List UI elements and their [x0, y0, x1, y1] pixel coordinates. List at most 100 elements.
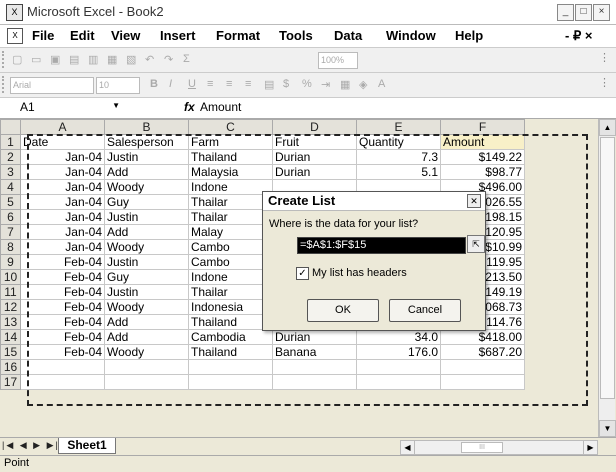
- cell-d15[interactable]: Banana: [272, 344, 357, 360]
- cell-b1[interactable]: Salesperson: [104, 134, 189, 150]
- fill-color-icon[interactable]: ◈: [359, 78, 372, 91]
- cell-a5[interactable]: Jan-04: [20, 194, 105, 210]
- cell-f14[interactable]: $418.00: [440, 329, 525, 345]
- cell-b3[interactable]: Add: [104, 164, 189, 180]
- ok-button[interactable]: OK: [307, 299, 379, 322]
- cell-d17[interactable]: [272, 374, 357, 390]
- cell-a1[interactable]: Date: [20, 134, 105, 150]
- indent-icon[interactable]: ⇥: [321, 78, 334, 91]
- headers-checkbox[interactable]: ✓: [296, 267, 309, 280]
- row-header[interactable]: 12: [0, 299, 21, 315]
- cell-b5[interactable]: Guy: [104, 194, 189, 210]
- cell-e2[interactable]: 7.3: [356, 149, 441, 165]
- menu-edit[interactable]: Edit: [70, 28, 95, 43]
- cell-d14[interactable]: Durian: [272, 329, 357, 345]
- cell-e1[interactable]: Quantity: [356, 134, 441, 150]
- row-header[interactable]: 7: [0, 224, 21, 240]
- row-header[interactable]: 11: [0, 284, 21, 300]
- cell-b6[interactable]: Justin: [104, 209, 189, 225]
- cell-e17[interactable]: [356, 374, 441, 390]
- cell-b11[interactable]: Justin: [104, 284, 189, 300]
- toolbar-grip[interactable]: [2, 76, 7, 93]
- row-header[interactable]: 3: [0, 164, 21, 180]
- column-header-f[interactable]: F: [440, 119, 525, 135]
- minimize-button[interactable]: _: [557, 4, 574, 21]
- row-header[interactable]: 6: [0, 209, 21, 225]
- cell-c4[interactable]: Indone: [188, 179, 273, 195]
- menu-format[interactable]: Format: [216, 28, 260, 43]
- cell-b10[interactable]: Guy: [104, 269, 189, 285]
- bold-icon[interactable]: B: [150, 78, 163, 91]
- select-all-corner[interactable]: [0, 119, 21, 135]
- redo-icon[interactable]: ↷: [164, 53, 177, 66]
- cell-f2[interactable]: $149.22: [440, 149, 525, 165]
- scroll-down-icon[interactable]: ▼: [599, 420, 616, 437]
- cell-e15[interactable]: 176.0: [356, 344, 441, 360]
- menu-help[interactable]: Help: [455, 28, 483, 43]
- toolbar-options-icon[interactable]: ⋮: [599, 51, 610, 64]
- close-icon[interactable]: ✕: [467, 194, 481, 208]
- cell-b14[interactable]: Add: [104, 329, 189, 345]
- tab-sheet1[interactable]: Sheet1: [58, 438, 116, 454]
- row-header[interactable]: 10: [0, 269, 21, 285]
- document-window-controls[interactable]: - ₽ ×: [565, 28, 592, 44]
- cell-a4[interactable]: Jan-04: [20, 179, 105, 195]
- row-header[interactable]: 13: [0, 314, 21, 330]
- menu-insert[interactable]: Insert: [160, 28, 195, 43]
- save-icon[interactable]: ▣: [50, 53, 63, 66]
- cell-d16[interactable]: [272, 359, 357, 375]
- font-dropdown[interactable]: Arial: [10, 77, 94, 94]
- close-button[interactable]: ×: [593, 4, 610, 21]
- cell-d1[interactable]: Fruit: [272, 134, 357, 150]
- cell-c17[interactable]: [188, 374, 273, 390]
- cell-c9[interactable]: Cambo: [188, 254, 273, 270]
- cell-f16[interactable]: [440, 359, 525, 375]
- name-box[interactable]: A1 ▼: [20, 100, 120, 115]
- cell-a3[interactable]: Jan-04: [20, 164, 105, 180]
- cell-a9[interactable]: Feb-04: [20, 254, 105, 270]
- percent-icon[interactable]: %: [302, 78, 315, 91]
- cell-d3[interactable]: Durian: [272, 164, 357, 180]
- row-header[interactable]: 8: [0, 239, 21, 255]
- cell-f3[interactable]: $98.77: [440, 164, 525, 180]
- merge-icon[interactable]: ▤: [264, 78, 277, 91]
- row-header[interactable]: 14: [0, 329, 21, 345]
- cell-a10[interactable]: Feb-04: [20, 269, 105, 285]
- cell-b17[interactable]: [104, 374, 189, 390]
- toolbar-grip[interactable]: [2, 51, 7, 68]
- cell-c14[interactable]: Cambodia: [188, 329, 273, 345]
- scroll-up-icon[interactable]: ▲: [599, 119, 616, 136]
- underline-icon[interactable]: U: [188, 78, 201, 91]
- cell-a13[interactable]: Feb-04: [20, 314, 105, 330]
- cell-a7[interactable]: Jan-04: [20, 224, 105, 240]
- column-header-c[interactable]: C: [188, 119, 273, 135]
- tab-navigation-icons[interactable]: |◀ ◀ ▶ ▶|: [2, 440, 60, 451]
- scroll-thumb[interactable]: [600, 137, 615, 399]
- row-header[interactable]: 4: [0, 179, 21, 195]
- cell-b8[interactable]: Woody: [104, 239, 189, 255]
- menu-file[interactable]: File: [32, 28, 54, 43]
- currency-icon[interactable]: $: [283, 78, 296, 91]
- cell-a12[interactable]: Feb-04: [20, 299, 105, 315]
- cell-c3[interactable]: Malaysia: [188, 164, 273, 180]
- italic-icon[interactable]: I: [169, 78, 182, 91]
- zoom-dropdown[interactable]: 100%: [318, 52, 358, 69]
- row-header[interactable]: 1: [0, 134, 21, 150]
- cell-a16[interactable]: [20, 359, 105, 375]
- row-header[interactable]: 9: [0, 254, 21, 270]
- cell-c1[interactable]: Farm: [188, 134, 273, 150]
- row-header[interactable]: 17: [0, 374, 21, 390]
- column-header-e[interactable]: E: [356, 119, 441, 135]
- menu-window[interactable]: Window: [386, 28, 436, 43]
- cell-a2[interactable]: Jan-04: [20, 149, 105, 165]
- cell-c2[interactable]: Thailand: [188, 149, 273, 165]
- cell-b4[interactable]: Woody: [104, 179, 189, 195]
- cell-c8[interactable]: Cambo: [188, 239, 273, 255]
- column-header-d[interactable]: D: [272, 119, 357, 135]
- copy-icon[interactable]: ▧: [126, 53, 139, 66]
- undo-icon[interactable]: ↶: [145, 53, 158, 66]
- horizontal-scrollbar[interactable]: ◀ III ▶: [400, 440, 598, 455]
- cell-a15[interactable]: Feb-04: [20, 344, 105, 360]
- cell-a17[interactable]: [20, 374, 105, 390]
- cell-b9[interactable]: Justin: [104, 254, 189, 270]
